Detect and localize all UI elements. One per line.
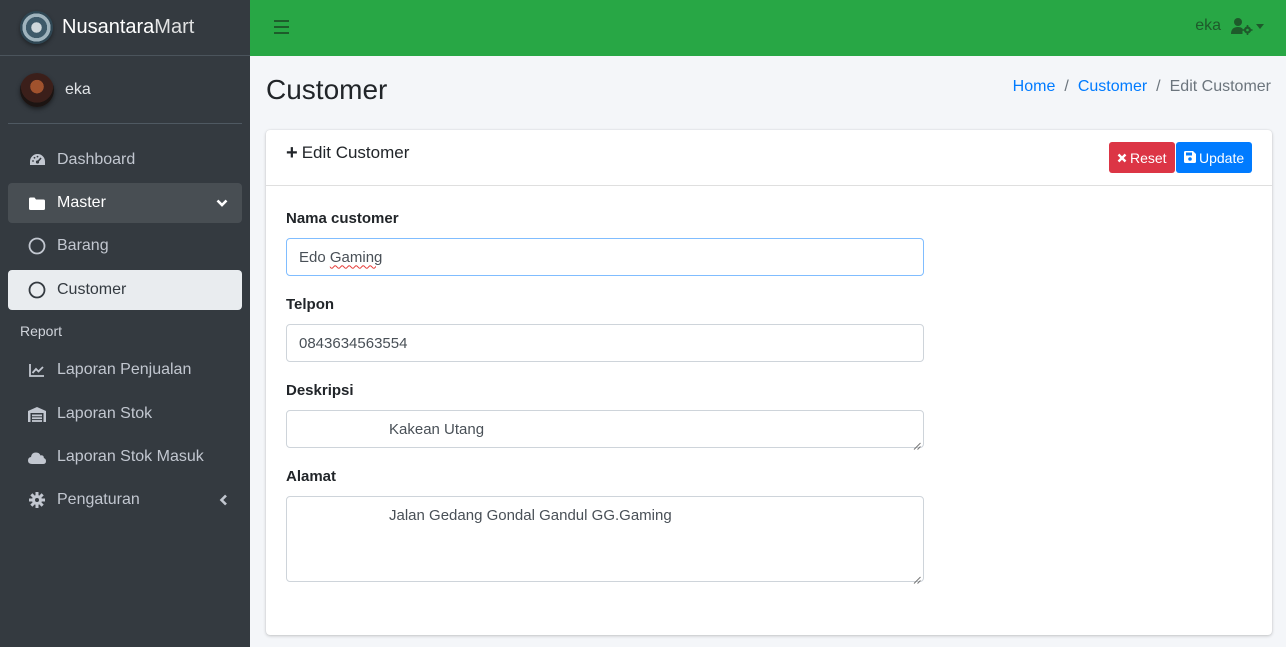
brand-name: NusantaraMart [62, 16, 195, 38]
tachometer-icon [28, 151, 46, 169]
avatar [20, 72, 54, 107]
nav-header-report: Report [20, 323, 63, 339]
sidebar-user-name: eka [65, 80, 91, 98]
sidebar-item-label: Barang [57, 237, 109, 254]
gear-icon [28, 491, 46, 509]
plus-icon: + [286, 142, 298, 164]
nama-customer-second-word: Gaming [329, 248, 383, 266]
warehouse-icon [28, 405, 46, 423]
breadcrumb: Home / Customer / Edit Customer [1013, 78, 1271, 96]
deskripsi-label: Deskripsi [286, 382, 354, 399]
sidebar-item-label: Customer [57, 281, 127, 298]
nama-customer-input[interactable]: Edo Gaming [286, 238, 924, 276]
reset-button-label: Reset [1130, 149, 1167, 166]
chevron-left-icon [219, 493, 228, 511]
sidebar-item-label: Master [57, 194, 106, 211]
sidebar-item-laporan-penjualan[interactable]: Laporan Penjualan [8, 350, 242, 390]
card-header: + Edit Customer Reset Update [266, 130, 1272, 186]
sidebar-item-laporan-stok-masuk[interactable]: Laporan Stok Masuk [8, 437, 242, 477]
nama-customer-label: Nama customer [286, 210, 399, 227]
save-icon [1184, 150, 1196, 166]
breadcrumb-home-link[interactable]: Home [1013, 78, 1056, 96]
cloud-icon [28, 448, 46, 466]
card-title-text: Edit Customer [301, 143, 410, 162]
user-menu-dropdown[interactable]: eka [1195, 17, 1264, 35]
alamat-textarea[interactable]: Jalan Gedang Gondal Gandul GG.Gaming [286, 496, 924, 584]
nama-customer-first-word: Edo [299, 248, 326, 266]
circle-icon [28, 281, 46, 299]
breadcrumb-separator: / [1156, 78, 1161, 95]
sidebar-item-label: Laporan Penjualan [57, 361, 192, 378]
times-icon [1117, 150, 1127, 166]
resize-handle-icon[interactable] [913, 571, 921, 584]
resize-handle-icon[interactable] [913, 437, 921, 450]
card-title: + Edit Customer [286, 143, 409, 163]
deskripsi-value: Kakean Utang [389, 421, 485, 438]
telpon-value: 0843634563554 [299, 334, 408, 352]
user-panel[interactable]: eka [8, 56, 242, 124]
sidebar-item-laporan-stok[interactable]: Laporan Stok [8, 394, 242, 434]
brand-link[interactable]: NusantaraMart [0, 0, 250, 56]
topbar: eka [250, 0, 1286, 56]
brand-logo [20, 11, 53, 44]
breadcrumb-separator: / [1064, 78, 1069, 95]
breadcrumb-current: Edit Customer [1169, 78, 1271, 95]
topbar-user-name: eka [1195, 17, 1221, 34]
sidebar-item-label: Pengaturan [57, 491, 140, 508]
telpon-label: Telpon [286, 296, 335, 313]
sidebar-item-dashboard[interactable]: Dashboard [8, 140, 242, 180]
sidebar-item-label: Laporan Stok Masuk [57, 448, 204, 465]
sidebar: NusantaraMart eka Dashboard Master Baran… [0, 0, 250, 647]
update-button-label: Update [1199, 149, 1245, 166]
chart-line-icon [28, 361, 46, 379]
menu-toggle-icon[interactable] [274, 20, 289, 34]
sidebar-item-barang[interactable]: Barang [8, 226, 242, 266]
sidebar-item-pengaturan[interactable]: Pengaturan [8, 480, 242, 520]
caret-down-icon [1256, 23, 1264, 29]
reset-button[interactable]: Reset [1109, 142, 1175, 173]
sidebar-item-label: Dashboard [57, 151, 136, 168]
update-button[interactable]: Update [1176, 142, 1253, 173]
edit-customer-card: + Edit Customer Reset Update Nama custom… [266, 130, 1272, 635]
sidebar-item-label: Laporan Stok [57, 405, 153, 422]
alamat-label: Alamat [286, 468, 337, 485]
page-title: Customer [266, 74, 388, 105]
chevron-down-icon [216, 195, 228, 213]
telpon-input[interactable]: 0843634563554 [286, 324, 924, 362]
user-cog-icon [1231, 17, 1253, 35]
sidebar-item-master[interactable]: Master [8, 183, 242, 223]
breadcrumb-customer-link[interactable]: Customer [1078, 78, 1147, 96]
deskripsi-textarea[interactable]: Kakean Utang [286, 410, 924, 450]
sidebar-item-customer[interactable]: Customer [8, 270, 242, 310]
circle-icon [28, 237, 46, 255]
alamat-value: Jalan Gedang Gondal Gandul GG.Gaming [389, 507, 672, 524]
folder-icon [28, 194, 46, 212]
